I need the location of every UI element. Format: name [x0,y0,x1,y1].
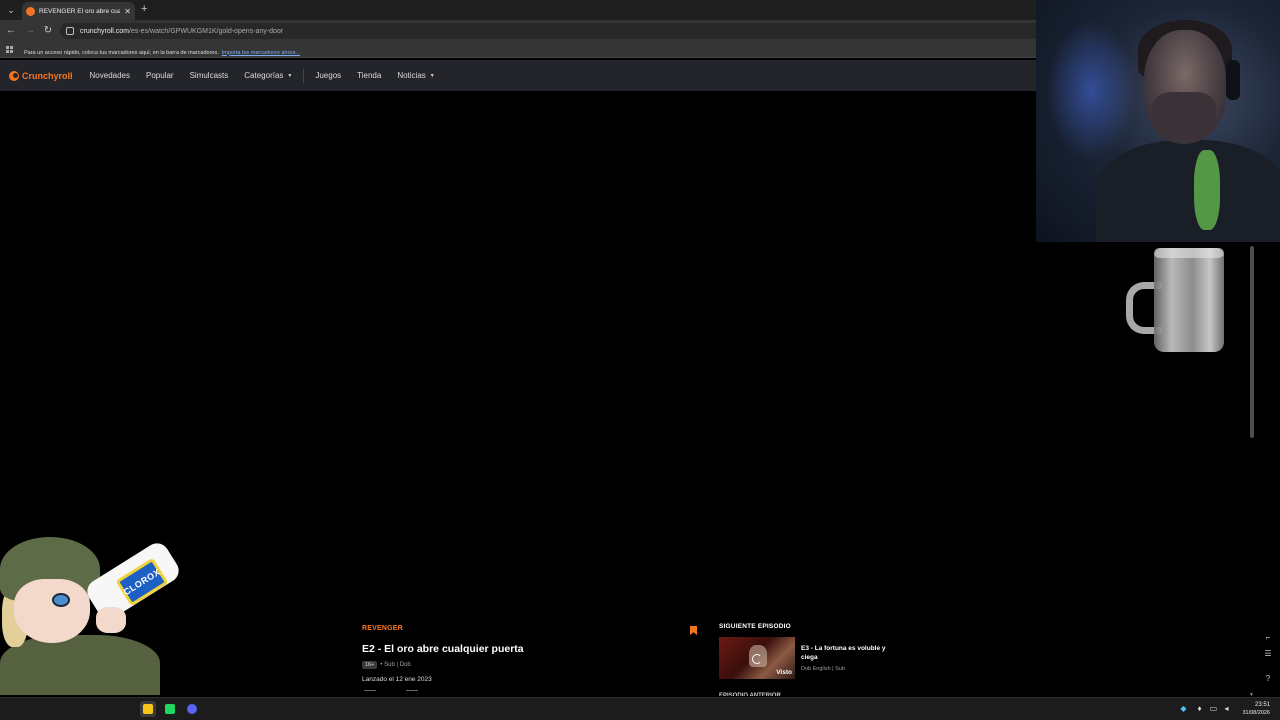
next-episode-heading: SIGUIENTE EPISODIO [719,623,791,630]
nav-noticias[interactable]: Noticias ▼ [397,71,434,80]
url-host: crunchyroll.com [80,27,130,35]
mug-body [1154,248,1224,352]
webcam-overlay [1036,0,1280,242]
taskbar-app-discord[interactable] [184,701,200,717]
taskbar-app-sticky-notes[interactable] [140,701,156,717]
nav-categorias[interactable]: Categorías ▼ [244,71,292,80]
chevron-down-icon: ▼ [429,72,435,79]
mascot-hand [96,607,126,633]
tab-title: REVENGER El oro abre cualquier puerta [39,7,121,15]
audio-subtitle-tags: • Sub | Dob [380,662,411,668]
next-episode-card[interactable]: Visto E3 - La fortuna es voluble y ciega… [719,637,889,679]
beer-mug-overlay [1126,248,1226,352]
clock-date: 31/08/2026 [1242,710,1270,716]
reload-icon[interactable]: ↻ [42,25,54,37]
bookmarks-hint-text: Para un acceso rápido, coloca tus marcad… [24,49,219,56]
nav-categorias-label: Categorías [244,71,284,80]
scrollbar-thumb[interactable] [1250,246,1254,438]
dislike-icon[interactable] [406,690,418,696]
episode-actions-row [364,690,704,696]
volume-icon[interactable]: ◂ [1222,704,1231,713]
clock-time: 23:51 [1254,702,1270,708]
nav-tienda[interactable]: Tienda [357,71,381,80]
nav-novedades[interactable]: Novedades [90,71,130,80]
nav-juegos[interactable]: Juegos [315,71,341,80]
forward-arrow-icon[interactable]: → [24,25,36,37]
nav-simulcasts[interactable]: Simulcasts [190,71,229,80]
mascot-eye [52,593,70,607]
mug-rim [1154,248,1224,258]
webcam-streamer-beard [1152,92,1216,144]
series-link[interactable]: REVENGER [362,625,403,632]
side-panel-handle-icon[interactable]: ⌐ [1263,633,1273,643]
next-episode-title[interactable]: E3 - La fortuna es voluble y ciega [801,644,889,662]
import-bookmarks-link[interactable]: Importa tus marcadores ahora... [222,50,300,56]
episode-rating-row: 16+ • Sub | Dob [362,661,411,669]
apps-grid-icon[interactable] [6,45,14,54]
back-arrow-icon[interactable]: ← [5,25,17,37]
anime-mascot-overlay: CLOROX [0,535,186,695]
crunchyroll-favicon-icon [26,6,35,16]
webcam-green-plush [1194,150,1220,230]
taskbar-app-green[interactable] [162,701,178,717]
system-clock[interactable]: 23:51 31/08/2026 [1242,701,1270,717]
nav-divider [303,68,305,83]
watched-label: Visto [776,669,792,676]
discord-icon [187,704,197,714]
crunchyroll-logo[interactable]: Crunchyroll [9,70,73,81]
tab-close-icon[interactable]: ✕ [124,7,131,16]
tab-search-icon[interactable]: ⌄ [4,3,18,17]
microphone-icon[interactable]: ♦ [1195,704,1204,713]
release-date: Lanzado el 12 ene 2023 [362,676,432,683]
sticky-notes-icon [143,704,153,714]
next-episode-thumbnail[interactable]: Visto [719,637,795,679]
previous-episode-heading: EPISODIO ANTERIOR [719,693,781,696]
green-app-icon [165,704,175,714]
chevron-down-icon: ▼ [287,72,293,79]
webcam-streamer-body [1096,140,1280,242]
help-icon[interactable]: ? [1263,674,1273,684]
settings-sliders-icon[interactable]: ☰ [1263,649,1273,659]
nav-noticias-label: Noticias [397,71,426,80]
bookmarks-message: Para un acceso rápido, coloca tus marcad… [24,41,300,59]
crunchyroll-logo-icon [9,70,19,81]
nav-popular[interactable]: Popular [146,71,174,80]
bookmark-icon[interactable] [690,626,697,635]
site-info-icon[interactable] [66,27,74,35]
page-scrollbar[interactable]: ▲ ▼ [1248,238,1256,698]
maturity-rating-badge: 16+ [362,661,378,669]
mascot-uniform [0,635,160,695]
webcam-headset [1226,60,1240,100]
new-tab-button[interactable]: + [141,3,147,15]
tray-app-icon[interactable]: ◆ [1179,704,1188,713]
episode-title: E2 - El oro abre cualquier puerta [362,643,524,655]
webcam-blue-light [1046,20,1136,160]
like-icon[interactable] [364,690,376,696]
loading-spinner-icon [752,654,762,664]
url-path: /es-es/watch/GPWUKGM1K/gold-opens-any-do… [129,27,284,35]
logo-text: Crunchyroll [22,70,73,81]
browser-tab-active[interactable]: REVENGER El oro abre cualquier puerta ✕ [22,2,135,20]
next-episode-meta: Dob English | Sub [801,666,845,672]
url-text: crunchyroll.com/es-es/watch/GPWUKGM1K/go… [80,28,283,35]
network-icon[interactable]: ▭ [1209,704,1218,713]
mascot-face [14,579,90,643]
main-nav: Novedades Popular Simulcasts Categorías ▼… [90,68,451,83]
taskbar: ◆ ♦ ▭ ◂ 23:51 31/08/2026 [0,697,1280,720]
